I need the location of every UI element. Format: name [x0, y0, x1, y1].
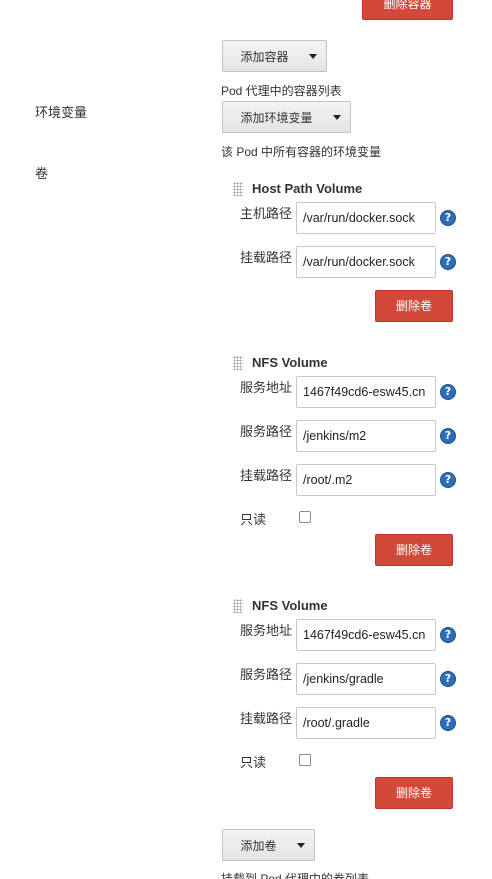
field-label: 服务路径	[240, 667, 293, 682]
readonly-checkbox[interactable]	[299, 511, 311, 523]
drag-handle-icon[interactable]	[233, 182, 243, 196]
help-icon[interactable]: ?	[440, 671, 456, 687]
volume-title: NFS Volume	[252, 355, 328, 370]
help-icon[interactable]: ?	[440, 472, 456, 488]
help-icon[interactable]: ?	[440, 210, 456, 226]
help-icon[interactable]: ?	[440, 384, 456, 400]
mount-path-input[interactable]	[296, 707, 436, 739]
containers-help-text: Pod 代理中的容器列表	[221, 84, 342, 98]
server-path-input[interactable]	[296, 420, 436, 452]
add-container-label: 添加容器	[240, 49, 289, 64]
field-label: 挂载路径	[240, 468, 293, 483]
help-icon[interactable]: ?	[440, 254, 456, 270]
add-container-button[interactable]: 添加容器	[222, 40, 327, 72]
field-label: 主机路径	[240, 206, 293, 221]
server-address-input[interactable]	[296, 376, 436, 408]
field-label: 服务地址	[240, 380, 293, 395]
add-env-label: 添加环境变量	[240, 110, 313, 125]
host-path-input[interactable]	[296, 202, 436, 234]
readonly-label: 只读	[240, 512, 267, 527]
delete-volume-button[interactable]: 删除卷	[375, 534, 453, 566]
field-label: 服务路径	[240, 424, 293, 439]
env-help-text: 该 Pod 中所有容器的环境变量	[221, 145, 382, 159]
chevron-down-icon[interactable]	[300, 41, 326, 71]
delete-volume-button[interactable]: 删除卷	[375, 777, 453, 809]
volume-title: NFS Volume	[252, 598, 328, 613]
delete-volume-button[interactable]: 删除卷	[375, 290, 453, 322]
add-volume-button[interactable]: 添加卷	[222, 829, 315, 861]
chevron-down-icon[interactable]	[288, 830, 314, 860]
mount-path-input[interactable]	[296, 246, 436, 278]
volume-title: Host Path Volume	[252, 181, 363, 196]
field-label: 服务地址	[240, 623, 293, 638]
help-icon[interactable]: ?	[440, 627, 456, 643]
mount-path-input[interactable]	[296, 464, 436, 496]
volumes-help-text: 挂载到 Pod 代理中的卷列表	[221, 872, 370, 879]
volumes-section-label: 卷	[35, 166, 49, 181]
chevron-down-icon[interactable]	[324, 102, 350, 132]
server-path-input[interactable]	[296, 663, 436, 695]
env-section-label: 环境变量	[35, 105, 88, 120]
add-volume-label: 添加卷	[240, 838, 277, 853]
help-icon[interactable]: ?	[440, 428, 456, 444]
readonly-label: 只读	[240, 755, 267, 770]
drag-handle-icon[interactable]	[233, 599, 243, 613]
field-label: 挂载路径	[240, 250, 293, 265]
field-label: 挂载路径	[240, 711, 293, 726]
delete-container-button[interactable]: 删除容器	[362, 0, 453, 20]
help-icon[interactable]: ?	[440, 715, 456, 731]
add-env-button[interactable]: 添加环境变量	[222, 101, 351, 133]
readonly-checkbox[interactable]	[299, 754, 311, 766]
drag-handle-icon[interactable]	[233, 356, 243, 370]
server-address-input[interactable]	[296, 619, 436, 651]
